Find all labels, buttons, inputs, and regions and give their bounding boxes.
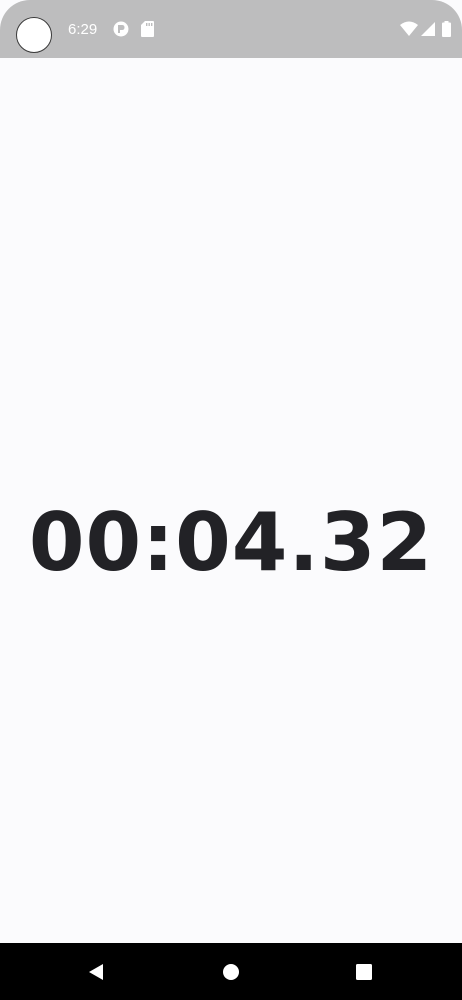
app-notification-icon — [113, 21, 129, 37]
status-time: 6:29 — [68, 21, 98, 38]
camera-cutout — [16, 17, 52, 53]
home-icon[interactable] — [220, 961, 242, 983]
signal-icon — [421, 22, 435, 36]
phone-screen: 6:29 00:04.32 — [0, 0, 462, 1000]
sd-card-icon — [141, 21, 154, 37]
recents-icon[interactable] — [353, 961, 375, 983]
navigation-bar — [0, 943, 462, 1000]
wifi-icon — [400, 21, 418, 36]
status-bar: 6:29 — [0, 0, 462, 58]
stopwatch-elapsed-time: 00:04.32 — [28, 496, 434, 589]
stopwatch-screen: 00:04.32 — [0, 58, 462, 943]
back-icon[interactable] — [85, 961, 107, 983]
battery-icon — [442, 21, 451, 37]
